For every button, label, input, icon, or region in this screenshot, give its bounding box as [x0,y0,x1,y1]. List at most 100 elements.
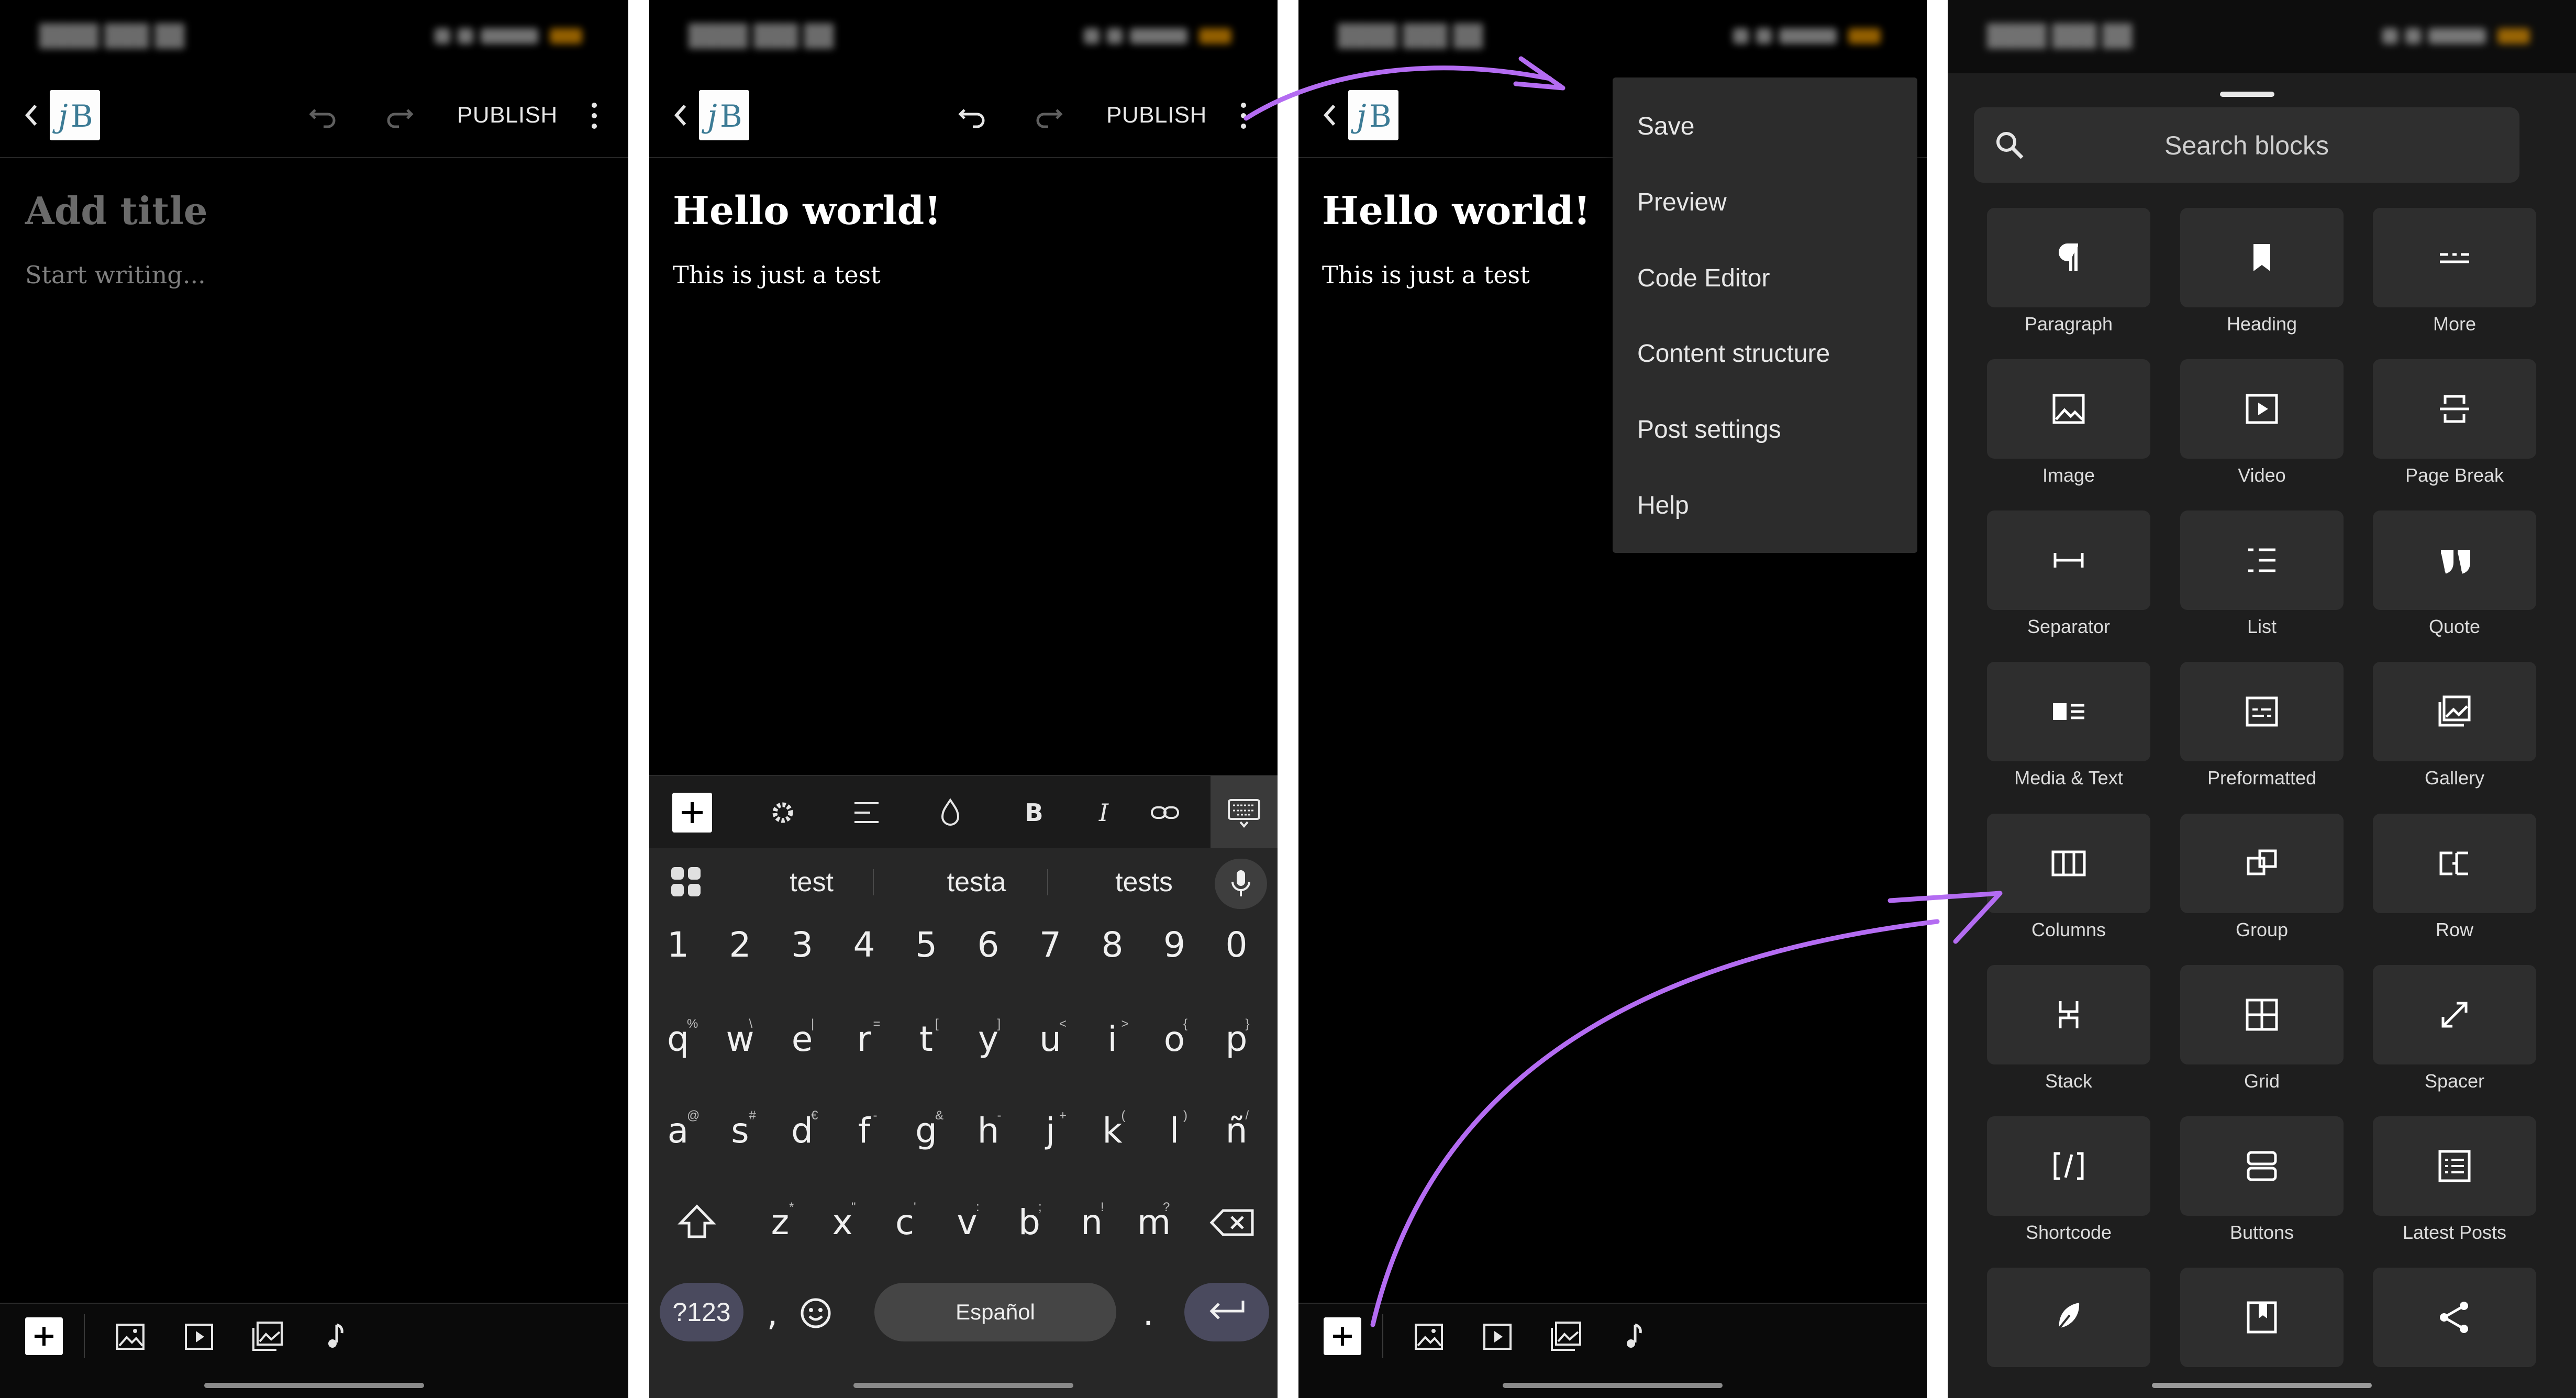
block-media-text[interactable] [1987,662,2150,761]
emoji-icon[interactable] [798,1295,834,1331]
block-separator[interactable] [1987,511,2150,610]
key-o[interactable]: o [1151,1016,1198,1063]
key-6[interactable]: 6 [965,922,1012,969]
key-ñ[interactable]: ñ [1213,1107,1260,1155]
audio-block-icon[interactable] [318,1318,354,1355]
gallery-block-icon[interactable] [249,1318,286,1355]
symbols-key[interactable]: ?123 [660,1283,743,1341]
key-2[interactable]: 2 [717,922,764,969]
italic-icon[interactable]: I [1085,796,1122,829]
key-y[interactable]: y [965,1016,1012,1063]
settings-gear-icon[interactable] [764,796,801,829]
undo-icon[interactable] [308,101,339,130]
block-quote[interactable] [2373,511,2536,610]
body-placeholder[interactable]: Start writing... [25,261,206,289]
block-columns[interactable] [1987,814,2150,913]
key-s[interactable]: s [717,1107,764,1155]
link-icon[interactable] [1147,796,1183,829]
block-heading[interactable] [2180,208,2344,307]
suggestion-1[interactable]: test [733,864,890,901]
block-spacer[interactable] [2373,965,2536,1064]
add-block-button[interactable] [1324,1317,1361,1355]
key-c[interactable]: c [881,1199,928,1246]
key-u[interactable]: u [1027,1016,1074,1063]
redo-icon[interactable] [383,101,415,130]
add-block-button[interactable] [672,793,712,833]
video-block-icon[interactable] [181,1318,217,1355]
audio-block-icon[interactable] [1616,1318,1653,1355]
back-icon[interactable] [1318,101,1341,130]
key-l[interactable]: l [1151,1107,1198,1155]
menu-item-post-settings[interactable]: Post settings [1637,414,1781,446]
key-1[interactable]: 1 [654,922,702,969]
post-title[interactable]: Hello world! [673,188,941,234]
key-0[interactable]: 0 [1213,922,1260,969]
block-buttons[interactable] [2180,1116,2344,1216]
sheet-drag-handle[interactable] [2220,92,2274,97]
block-shortcode[interactable] [1987,1116,2150,1216]
key-8[interactable]: 8 [1089,922,1136,969]
post-paragraph[interactable]: This is just a test [1322,261,1530,289]
space-key[interactable]: Español [874,1283,1116,1341]
voice-input-button[interactable] [1215,859,1267,909]
undo-icon[interactable] [957,101,989,130]
apps-grid-icon[interactable] [669,865,703,898]
key-7[interactable]: 7 [1027,922,1074,969]
key-r[interactable]: r [841,1016,888,1063]
publish-button[interactable]: PUBLISH [457,101,558,130]
post-paragraph[interactable]: This is just a test [673,261,881,289]
key-5[interactable]: 5 [903,922,950,969]
align-icon[interactable] [848,796,885,829]
key-w[interactable]: w [717,1016,764,1063]
block-more[interactable] [2373,208,2536,307]
key-f[interactable]: f [841,1107,888,1155]
more-options-icon[interactable] [1236,97,1251,134]
key-h[interactable]: h [965,1107,1012,1155]
video-block-icon[interactable] [1479,1318,1516,1355]
key-m[interactable]: m [1130,1199,1178,1246]
menu-item-code-editor[interactable]: Code Editor [1637,263,1770,294]
block-preformatted[interactable] [2180,662,2344,761]
publish-button[interactable]: PUBLISH [1106,101,1207,130]
key-e[interactable]: e [779,1016,826,1063]
search-blocks-field[interactable]: Search blocks [1974,107,2519,183]
block-share[interactable] [2373,1268,2536,1367]
key-i[interactable]: i [1089,1016,1136,1063]
key-v[interactable]: v [943,1199,991,1246]
block-bookmark[interactable] [2180,1268,2344,1367]
redo-icon[interactable] [1032,101,1064,130]
period-key[interactable]: . [1125,1290,1172,1337]
title-placeholder[interactable]: Add title [25,188,208,233]
shift-icon[interactable] [673,1199,720,1246]
key-n[interactable]: n [1068,1199,1115,1246]
enter-key[interactable] [1184,1283,1269,1341]
backspace-icon[interactable] [1207,1199,1260,1246]
block-image[interactable] [1987,359,2150,459]
color-drop-icon[interactable] [932,796,969,829]
menu-item-preview[interactable]: Preview [1637,187,1727,218]
block-video[interactable] [2180,359,2344,459]
key-z[interactable]: z [757,1199,804,1246]
menu-item-content-structure[interactable]: Content structure [1637,338,1830,370]
block-gallery[interactable] [2373,662,2536,761]
block-page-break[interactable] [2373,359,2536,459]
key-k[interactable]: k [1089,1107,1136,1155]
key-b[interactable]: b [1006,1199,1053,1246]
back-icon[interactable] [20,101,43,130]
key-9[interactable]: 9 [1151,922,1198,969]
block-stack[interactable] [1987,965,2150,1064]
image-block-icon[interactable] [112,1318,149,1355]
key-x[interactable]: x [819,1199,866,1246]
key-d[interactable]: d [779,1107,826,1155]
key-4[interactable]: 4 [841,922,888,969]
block-feather[interactable] [1987,1268,2150,1367]
block-latest-posts[interactable] [2373,1116,2536,1216]
block-group[interactable] [2180,814,2344,913]
menu-item-help[interactable]: Help [1637,490,1689,522]
block-grid[interactable] [2180,965,2344,1064]
menu-item-save[interactable]: Save [1637,111,1694,142]
key-t[interactable]: t [903,1016,950,1063]
add-block-button[interactable] [25,1317,63,1355]
bold-icon[interactable]: B [1016,796,1052,829]
comma-key[interactable]: , [749,1290,796,1337]
